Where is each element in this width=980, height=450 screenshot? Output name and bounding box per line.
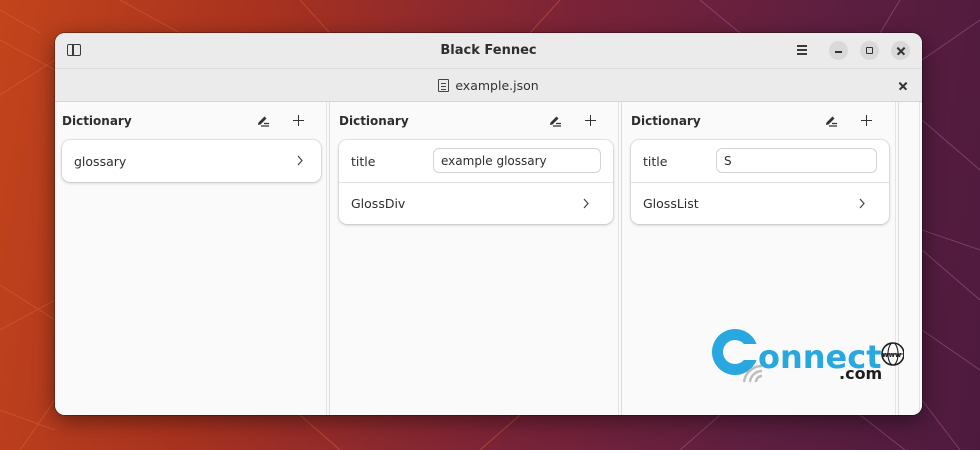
row-label: GlossList [643, 196, 699, 211]
maximize-icon [866, 47, 873, 54]
add-item-icon[interactable] [292, 114, 305, 127]
connect-logo-watermark: onnect www .com [712, 329, 904, 383]
chevron-right-icon [297, 155, 303, 166]
minimize-icon [835, 51, 842, 53]
row-label: title [351, 153, 376, 169]
sidebar-toggle-icon[interactable] [67, 44, 81, 56]
tab-label: example.json [455, 77, 539, 93]
column-2: Dictionary title GlossDiv [332, 102, 622, 415]
column-title: Dictionary [631, 114, 701, 128]
chevron-right-icon [583, 198, 589, 209]
dictionary-card: title GlossDiv [339, 140, 613, 224]
close-icon [896, 46, 905, 55]
add-item-icon[interactable] [860, 114, 873, 127]
watermark-globe-text: www [882, 351, 902, 359]
list-item-glosslist[interactable]: GlossList [631, 182, 889, 224]
row-label: title [643, 153, 668, 169]
chevron-right-icon [859, 198, 865, 209]
close-button[interactable] [891, 41, 910, 60]
add-item-icon[interactable] [584, 114, 597, 127]
column-header: Dictionary [624, 102, 898, 140]
tab-example-json[interactable]: example.json [438, 77, 539, 93]
tab-bar: example.json [55, 68, 922, 102]
watermark-sub-text: .com [839, 364, 882, 383]
column-title: Dictionary [339, 114, 409, 128]
text-file-icon [438, 78, 450, 92]
row-label: GlossDiv [351, 196, 406, 211]
title-value-input[interactable] [433, 148, 601, 173]
column-header: Dictionary [332, 102, 621, 140]
list-item-title: title [339, 140, 613, 182]
minimize-button[interactable] [829, 41, 848, 60]
edit-pencil-icon[interactable] [548, 115, 562, 127]
edit-pencil-icon[interactable] [256, 115, 270, 127]
column-title: Dictionary [62, 114, 132, 128]
column-1: Dictionary glossary [55, 102, 330, 415]
list-item-glossdiv[interactable]: GlossDiv [339, 182, 613, 224]
dictionary-card: title GlossList [631, 140, 889, 224]
edit-pencil-icon[interactable] [824, 115, 838, 127]
window-title: Black Fennec [440, 43, 537, 58]
column-header: Dictionary [55, 102, 329, 140]
maximize-button[interactable] [860, 41, 879, 60]
row-label: glossary [74, 153, 127, 169]
hamburger-menu-icon[interactable] [796, 44, 809, 55]
header-bar: Black Fennec [55, 33, 922, 68]
title-value-input[interactable] [716, 148, 877, 173]
list-item-glossary[interactable]: glossary [62, 140, 321, 182]
tab-close-icon[interactable] [898, 81, 907, 90]
dictionary-card: glossary [62, 140, 321, 182]
list-item-title: title [631, 140, 889, 182]
column-4-partial [901, 102, 922, 415]
